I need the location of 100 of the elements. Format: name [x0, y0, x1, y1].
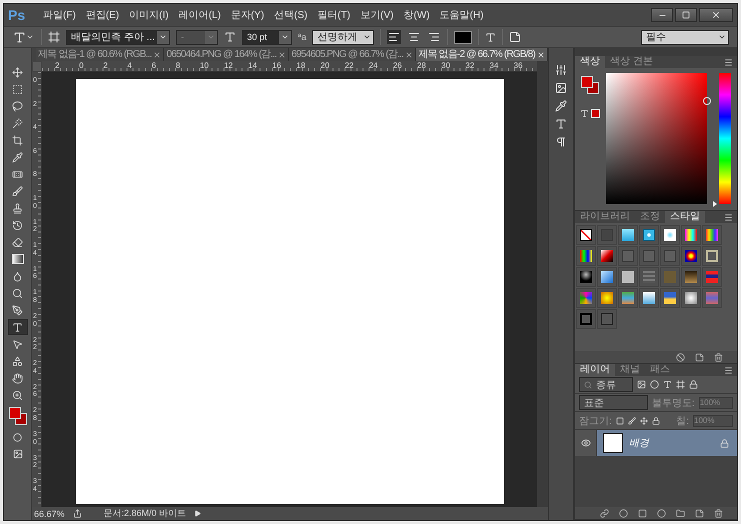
layer-filter-select[interactable]: 종류: [579, 377, 633, 392]
panel-tab[interactable]: 레이어: [575, 364, 615, 376]
font-size-select[interactable]: 30 pt: [242, 30, 292, 44]
align-button[interactable]: [387, 30, 402, 44]
document-tab[interactable]: 6954605.PNG @ 66.7% (감...: [289, 48, 416, 61]
style-swatch[interactable]: [639, 267, 659, 287]
align-button[interactable]: [407, 30, 422, 44]
style-swatch[interactable]: [576, 267, 596, 287]
document-tab[interactable]: 제목 없음-2 @ 66.7% (RGB/8): [416, 48, 548, 61]
style-swatch[interactable]: [597, 225, 617, 245]
adjustment-filter-icon[interactable]: [650, 380, 659, 389]
maximize-button[interactable]: [675, 8, 697, 22]
style-swatch[interactable]: [681, 225, 701, 245]
panel-menu-icon[interactable]: [724, 366, 733, 374]
close-icon[interactable]: [278, 50, 286, 58]
style-swatch[interactable]: [618, 246, 638, 266]
panel-tab[interactable]: 채널: [615, 364, 645, 376]
panel-tab[interactable]: 라이브러리: [575, 211, 635, 223]
menu-item[interactable]: 창(W): [398, 8, 435, 22]
menu-item[interactable]: 레이어(L): [174, 8, 226, 22]
mask-icon[interactable]: [638, 508, 647, 518]
close-icon[interactable]: [153, 50, 162, 58]
color-picker-ring[interactable]: [703, 97, 711, 105]
color-swatches-drawing[interactable]: [580, 75, 600, 95]
new-layer-icon[interactable]: [695, 508, 704, 518]
panel-menu-icon[interactable]: [724, 58, 733, 66]
style-swatch[interactable]: [597, 288, 617, 308]
style-swatch[interactable]: [618, 267, 638, 287]
style-swatch[interactable]: [660, 267, 680, 287]
style-swatch[interactable]: [702, 267, 722, 287]
sliders-icon[interactable]: [555, 64, 567, 76]
style-swatch[interactable]: [639, 288, 659, 308]
menu-item[interactable]: 선택(S): [269, 8, 312, 22]
link-icon[interactable]: [600, 508, 609, 518]
style-swatch[interactable]: [702, 246, 722, 266]
clear-style-icon[interactable]: [676, 352, 685, 362]
style-swatch[interactable]: [597, 309, 617, 329]
menu-item[interactable]: 필터(T): [312, 8, 356, 22]
style-swatch[interactable]: [597, 267, 617, 287]
menu-item[interactable]: 문자(Y): [226, 8, 270, 22]
text-color-swatch[interactable]: [454, 30, 472, 44]
tool-button[interactable]: [8, 319, 28, 335]
close-icon[interactable]: [405, 50, 414, 58]
menu-item[interactable]: 보기(V): [355, 8, 399, 22]
antialias-select[interactable]: 선명하게: [312, 30, 374, 44]
layer-row[interactable]: 배경: [575, 430, 737, 456]
style-swatch[interactable]: [639, 246, 659, 266]
align-button[interactable]: [427, 30, 442, 44]
workspace-select[interactable]: 필수: [641, 30, 729, 44]
text-color-drawing[interactable]: [580, 109, 602, 118]
character-icon[interactable]: [555, 118, 567, 130]
folder-icon[interactable]: [676, 508, 685, 518]
type-filter-icon[interactable]: [663, 380, 672, 389]
color-swatches-drawing[interactable]: [8, 406, 28, 426]
image-filter-icon[interactable]: [637, 380, 646, 389]
panel-menu-icon[interactable]: [724, 212, 733, 222]
shape-filter-icon[interactable]: [676, 380, 685, 389]
smart-filter-icon[interactable]: [689, 380, 698, 389]
panel-tab[interactable]: 스타일: [665, 211, 705, 223]
eye-icon[interactable]: [580, 438, 590, 448]
style-swatch[interactable]: [576, 246, 596, 266]
style-swatch[interactable]: [576, 225, 596, 245]
style-swatch[interactable]: [618, 225, 638, 245]
style-swatch[interactable]: [618, 288, 638, 308]
menu-item[interactable]: 이미지(I): [124, 8, 174, 22]
menu-item[interactable]: 편집(E): [80, 8, 124, 22]
lock-icon[interactable]: [652, 416, 660, 424]
new-style-icon[interactable]: [695, 352, 704, 362]
delete-icon[interactable]: [714, 352, 723, 362]
move-icon[interactable]: [640, 416, 648, 424]
style-swatch[interactable]: [660, 288, 680, 308]
tool-preset-button[interactable]: [12, 30, 35, 44]
close-icon[interactable]: [537, 50, 546, 58]
panel-tab[interactable]: 색상 견본: [605, 56, 658, 68]
style-swatch[interactable]: [639, 225, 659, 245]
document-tab[interactable]: 0650464.PNG @ 164% (감...: [164, 48, 290, 61]
style-swatch[interactable]: [597, 246, 617, 266]
panel-tab[interactable]: 조정: [635, 211, 665, 223]
eyedropper-icon[interactable]: [555, 100, 567, 112]
delete-icon[interactable]: [714, 508, 723, 518]
style-swatch[interactable]: [660, 246, 680, 266]
zoom-level[interactable]: 66.67%: [34, 508, 65, 518]
style-swatch[interactable]: [576, 288, 596, 308]
paragraph-icon[interactable]: [555, 136, 567, 148]
image-icon[interactable]: [555, 82, 567, 94]
style-swatch[interactable]: [660, 225, 680, 245]
menu-item[interactable]: 파일(F): [38, 8, 81, 22]
style-swatch[interactable]: [702, 288, 722, 308]
style-swatch[interactable]: [681, 267, 701, 287]
document-tab[interactable]: 제목 없음-1 @ 60.6% (RGB...: [36, 48, 164, 61]
blend-mode-select[interactable]: 표준: [579, 395, 648, 410]
panel-tab[interactable]: 패스: [645, 364, 675, 376]
close-button[interactable]: [699, 8, 733, 22]
panel-tab[interactable]: 색상: [575, 56, 605, 68]
style-swatch[interactable]: [576, 309, 596, 329]
style-swatch[interactable]: [681, 246, 701, 266]
hue-marker[interactable]: [713, 201, 717, 207]
triangle-icon[interactable]: [194, 510, 202, 517]
brush-icon[interactable]: [628, 416, 636, 424]
menu-item[interactable]: 도움말(H): [434, 8, 489, 22]
